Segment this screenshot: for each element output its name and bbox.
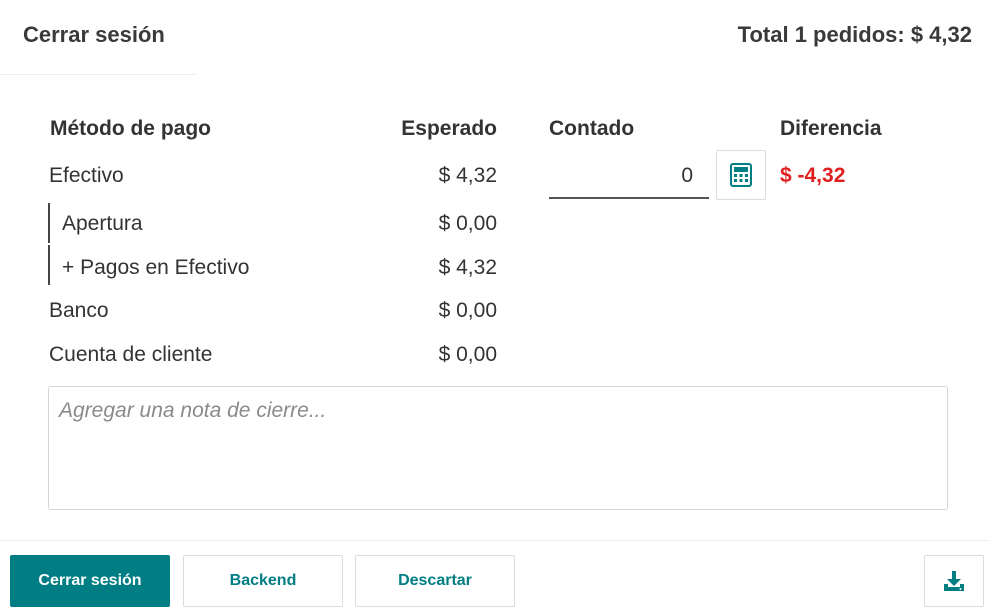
cash-expected-amount: $ 4,32 — [438, 164, 497, 187]
payment-method-customer-account: Cuenta de cliente — [49, 343, 213, 366]
download-icon — [944, 571, 964, 591]
close-session-button[interactable]: Cerrar sesión — [10, 555, 170, 607]
customer-account-expected-amount: $ 0,00 — [438, 343, 497, 366]
download-button[interactable] — [924, 555, 984, 607]
closing-note-textarea[interactable] — [48, 386, 948, 510]
breakdown-cash-payments-label: + Pagos en Efectivo — [62, 256, 250, 279]
column-difference: Diferencia — [780, 117, 882, 140]
bank-expected-amount: $ 0,00 — [438, 299, 497, 322]
footer-divider — [0, 540, 988, 541]
breakdown-opening-label: Apertura — [62, 212, 143, 235]
header-divider — [0, 74, 196, 75]
breakdown-cash-payments-amount: $ 4,32 — [438, 256, 497, 279]
backend-button[interactable]: Backend — [183, 555, 343, 607]
discard-button[interactable]: Descartar — [355, 555, 515, 607]
payment-method-cash: Efectivo — [49, 164, 124, 187]
column-counted: Contado — [549, 117, 635, 140]
breakdown-opening-amount: $ 0,00 — [438, 212, 497, 235]
cash-counted-input[interactable] — [549, 154, 709, 199]
calculator-icon — [730, 163, 752, 187]
column-payment-method: Método de pago — [50, 117, 211, 140]
cash-difference: $ -4,32 — [780, 164, 846, 187]
orders-total: Total 1 pedidos: $ 4,32 — [737, 22, 972, 47]
payment-method-bank: Banco — [49, 299, 109, 322]
breakdown-bar — [48, 203, 50, 243]
breakdown-bar — [48, 245, 50, 285]
dialog-title: Cerrar sesión — [23, 22, 165, 47]
dialog-header: Cerrar sesión Total 1 pedidos: $ 4,32 — [0, 0, 988, 74]
calculator-button[interactable] — [716, 150, 766, 200]
column-expected: Esperado — [401, 117, 497, 140]
